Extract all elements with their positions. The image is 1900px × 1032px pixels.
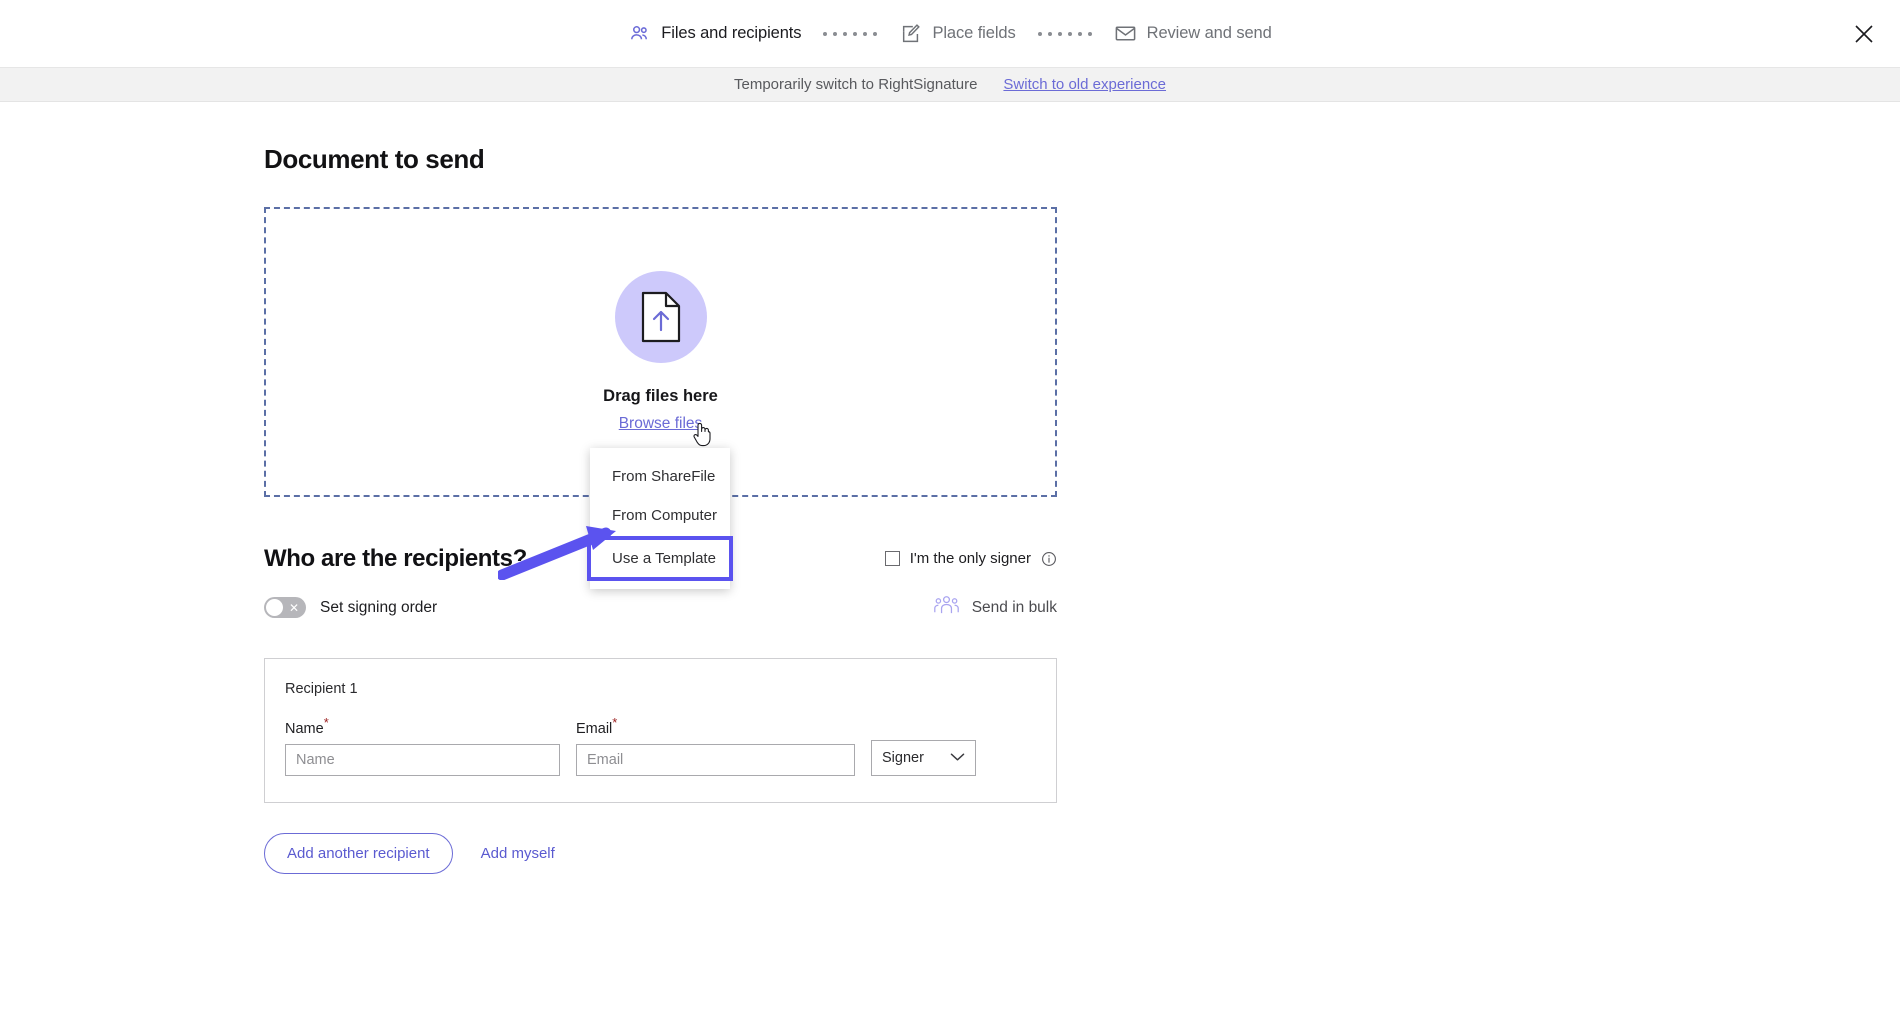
- toggle-off-x-icon: ✕: [288, 600, 299, 615]
- stepper-separator-1: [823, 31, 878, 36]
- switch-to-old-experience-link[interactable]: Switch to old experience: [1003, 76, 1166, 93]
- name-input[interactable]: [285, 743, 560, 776]
- drag-files-text: Drag files here: [603, 387, 718, 405]
- banner-text: Temporarily switch to RightSignature: [733, 76, 978, 93]
- info-icon[interactable]: [1041, 551, 1057, 567]
- pencil-square-icon: [899, 22, 922, 45]
- stepper: Files and recipients Place fields Review…: [628, 22, 1272, 45]
- step-review-and-send[interactable]: Review and send: [1114, 22, 1272, 45]
- email-input[interactable]: [576, 743, 855, 776]
- recipient-card-title: Recipient 1: [285, 681, 358, 697]
- add-myself-button[interactable]: Add myself: [475, 844, 561, 863]
- send-in-bulk-label: Send in bulk: [971, 598, 1057, 616]
- menu-item-from-computer[interactable]: From Computer: [590, 496, 730, 535]
- toggle-knob: [266, 599, 283, 616]
- page-title: Document to send: [264, 144, 485, 174]
- step-label-place-fields: Place fields: [932, 24, 1016, 42]
- email-label: Email*: [576, 715, 855, 737]
- recipient-fields: Name* Email* Signer: [285, 715, 1036, 776]
- menu-item-from-sharefile[interactable]: From ShareFile: [590, 457, 730, 496]
- chevron-down-icon: [950, 750, 965, 766]
- recipient-role-select[interactable]: Signer: [871, 739, 976, 776]
- email-required-marker: *: [612, 715, 618, 730]
- browse-files-dropdown-menu[interactable]: From ShareFile From Computer Use a Templ…: [587, 448, 733, 589]
- send-in-bulk-button[interactable]: Send in bulk: [933, 593, 1057, 622]
- set-signing-order-label: Set signing order: [320, 598, 438, 616]
- menu-item-use-a-template[interactable]: Use a Template: [587, 536, 733, 581]
- close-icon[interactable]: [1850, 20, 1878, 48]
- recipient-role-value: Signer: [882, 749, 924, 766]
- signing-order-row: ✕ Set signing order Send in bulk: [264, 593, 1057, 622]
- file-upload-icon: [614, 271, 707, 363]
- people-icon: [628, 22, 651, 45]
- set-signing-order-toggle[interactable]: ✕: [264, 597, 306, 618]
- browse-files-link[interactable]: Browse files: [619, 415, 703, 433]
- envelope-icon: [1114, 22, 1137, 45]
- recipients-section-title: Who are the recipients?: [264, 545, 527, 572]
- name-label: Name*: [285, 715, 560, 737]
- only-signer-label: I'm the only signer: [909, 550, 1031, 567]
- name-label-text: Name: [285, 720, 324, 737]
- recipient-card: Recipient 1 Name* Email* Signer: [264, 658, 1057, 803]
- add-another-recipient-button[interactable]: Add another recipient: [264, 832, 453, 874]
- name-field-group: Name*: [285, 715, 560, 776]
- name-required-marker: *: [323, 715, 329, 730]
- only-signer-group[interactable]: I'm the only signer: [884, 550, 1057, 567]
- email-field-group: Email*: [576, 715, 855, 776]
- step-place-fields[interactable]: Place fields: [899, 22, 1016, 45]
- stepper-separator-2: [1037, 31, 1092, 36]
- group-people-icon: [933, 593, 960, 622]
- email-label-text: Email: [576, 720, 613, 737]
- step-label-files: Files and recipients: [661, 24, 802, 42]
- step-files-and-recipients[interactable]: Files and recipients: [628, 22, 802, 45]
- main-content: Document to send Drag files here Browse …: [0, 144, 1900, 874]
- only-signer-checkbox[interactable]: [884, 551, 900, 566]
- step-label-review: Review and send: [1146, 24, 1272, 42]
- top-stepper-bar: Files and recipients Place fields Review…: [0, 0, 1900, 68]
- switch-experience-banner: Temporarily switch to RightSignature Swi…: [0, 68, 1900, 102]
- recipient-actions: Add another recipient Add myself: [264, 832, 1900, 874]
